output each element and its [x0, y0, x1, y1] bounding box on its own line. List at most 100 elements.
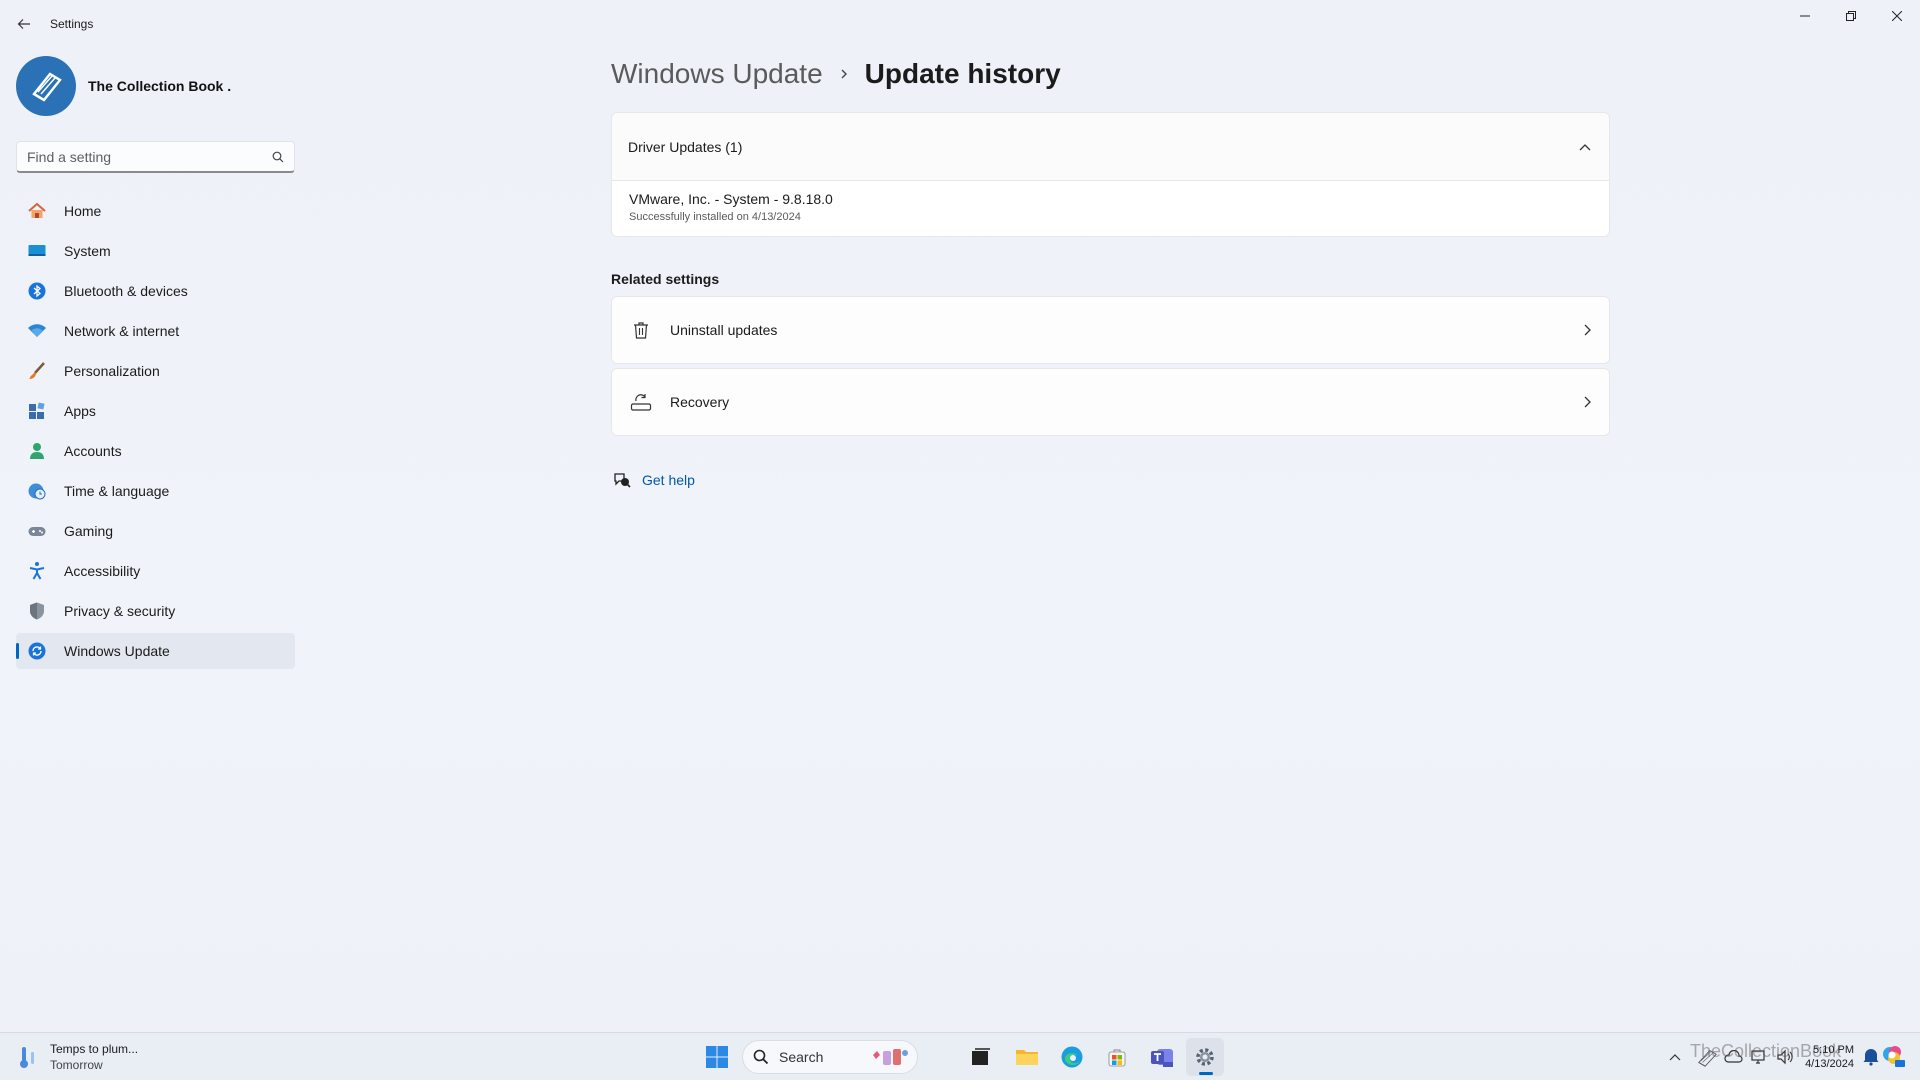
- sidebar-item-network[interactable]: Network & internet: [16, 313, 295, 349]
- clock[interactable]: 5:10 PM 4/13/2024: [1778, 1043, 1854, 1071]
- minimize-icon: [1800, 15, 1810, 17]
- windows-logo-icon: [706, 1046, 728, 1068]
- edge-button[interactable]: [1053, 1038, 1091, 1076]
- sidebar-item-label: Windows Update: [64, 643, 170, 659]
- clock-date: 4/13/2024: [1805, 1058, 1854, 1070]
- sidebar-item-label: System: [64, 243, 111, 259]
- home-icon: [26, 200, 48, 222]
- start-button[interactable]: [698, 1038, 736, 1076]
- taskbar-search[interactable]: Search: [742, 1040, 918, 1074]
- recovery-label: Recovery: [670, 394, 730, 410]
- gear-icon: [1196, 1048, 1214, 1066]
- help-icon: [611, 468, 633, 492]
- sidebar-item-label: Accessibility: [64, 563, 141, 579]
- weather-subtitle: Tomorrow: [50, 1058, 103, 1072]
- sidebar-item-time-language[interactable]: Time & language: [16, 473, 295, 509]
- person-icon: [26, 440, 48, 462]
- sidebar-item-label: Time & language: [64, 483, 170, 499]
- app-title: Settings: [50, 17, 94, 31]
- related-settings-heading: Related settings: [611, 271, 720, 287]
- thermometer-icon: [20, 1047, 34, 1068]
- list-item: VMware, Inc. - System - 9.8.18.0 Success…: [612, 181, 1609, 236]
- page-title: Update history: [864, 58, 1061, 89]
- get-help-label: Get help: [642, 472, 695, 488]
- profile-name: The Collection Book .: [88, 78, 232, 94]
- avatar[interactable]: [16, 56, 76, 116]
- sidebar-item-label: Gaming: [64, 523, 114, 539]
- chevron-up-icon: [1579, 143, 1591, 150]
- accessibility-icon: [26, 560, 48, 582]
- sidebar-item-label: Accounts: [64, 443, 122, 459]
- sync-icon: [26, 640, 48, 662]
- task-view-button[interactable]: [962, 1038, 1000, 1076]
- weather-widget[interactable]: Temps to plum... Tomorrow: [18, 1041, 138, 1073]
- minimize-button[interactable]: [1782, 0, 1828, 32]
- monitor-icon: [26, 240, 48, 262]
- copilot-icon[interactable]: [1880, 1043, 1906, 1074]
- title-bar: Settings: [0, 0, 1920, 48]
- search-icon: [272, 151, 284, 162]
- search-highlight-icon: [873, 1049, 908, 1065]
- search-setting-box[interactable]: [16, 141, 295, 173]
- update-status: Successfully installed on 4/13/2024: [629, 211, 801, 223]
- brush-icon: [26, 360, 48, 382]
- teams-icon: [1151, 1049, 1173, 1067]
- breadcrumb-parent[interactable]: Windows Update: [611, 58, 823, 90]
- sidebar-item-label: Bluetooth & devices: [64, 283, 188, 299]
- store-button[interactable]: [1098, 1038, 1136, 1076]
- restore-icon: [1846, 11, 1856, 21]
- driver-updates-header[interactable]: Driver Updates (1): [612, 113, 1609, 181]
- sidebar-item-personalization[interactable]: Personalization: [16, 353, 295, 389]
- sidebar-item-system[interactable]: System: [16, 233, 295, 269]
- sidebar-item-bluetooth[interactable]: Bluetooth & devices: [16, 273, 295, 309]
- sidebar-nav: Home System Bluetooth & devices Network …: [16, 193, 295, 673]
- globe-clock-icon: [26, 480, 48, 502]
- folder-icon: [1016, 1050, 1038, 1065]
- breadcrumb: Windows Update Update history: [611, 58, 1061, 90]
- update-name: VMware, Inc. - System - 9.8.18.0: [629, 191, 833, 207]
- uninstall-updates-button[interactable]: Uninstall updates: [611, 296, 1610, 364]
- sidebar-item-accounts[interactable]: Accounts: [16, 433, 295, 469]
- wifi-icon: [26, 320, 48, 342]
- teams-button[interactable]: [1143, 1038, 1181, 1076]
- weather-title: Temps to plum...: [50, 1042, 139, 1056]
- sidebar-item-label: Network & internet: [64, 323, 180, 339]
- apps-icon: [26, 400, 48, 422]
- search-input[interactable]: [27, 148, 272, 165]
- sidebar-item-home[interactable]: Home: [16, 193, 295, 229]
- notification-bell-icon[interactable]: [1862, 1046, 1880, 1071]
- get-help-link[interactable]: Get help: [611, 468, 695, 492]
- driver-updates-section: Driver Updates (1) VMware, Inc. - System…: [611, 112, 1610, 237]
- chevron-right-icon: [1584, 324, 1591, 336]
- trash-icon: [629, 318, 653, 342]
- taskbar: Temps to plum... Tomorrow Search TheColl…: [0, 1032, 1920, 1080]
- search-icon: [753, 1049, 769, 1065]
- task-view-icon: [972, 1048, 990, 1065]
- sidebar-item-apps[interactable]: Apps: [16, 393, 295, 429]
- profile[interactable]: The Collection Book .: [16, 56, 231, 116]
- book-logo-icon: [32, 72, 62, 102]
- sidebar-item-gaming[interactable]: Gaming: [16, 513, 295, 549]
- chevron-up-icon[interactable]: [1664, 1046, 1686, 1068]
- file-explorer-button[interactable]: [1008, 1038, 1046, 1076]
- sidebar-item-label: Personalization: [64, 363, 160, 379]
- sidebar-item-label: Apps: [64, 403, 96, 419]
- chevron-right-icon: [1584, 396, 1591, 408]
- recovery-icon: [629, 390, 653, 414]
- close-button[interactable]: [1874, 0, 1920, 32]
- restore-button[interactable]: [1828, 0, 1874, 32]
- sidebar-item-privacy[interactable]: Privacy & security: [16, 593, 295, 629]
- clock-time: 5:10 PM: [1813, 1044, 1854, 1056]
- sidebar-item-windows-update[interactable]: Windows Update: [16, 633, 295, 669]
- bluetooth-icon: [26, 280, 48, 302]
- sidebar-item-accessibility[interactable]: Accessibility: [16, 553, 295, 589]
- sidebar-item-label: Privacy & security: [64, 603, 176, 619]
- recovery-button[interactable]: Recovery: [611, 368, 1610, 436]
- sidebar-item-label: Home: [64, 203, 102, 219]
- shield-icon: [26, 600, 48, 622]
- close-icon: [1892, 11, 1902, 21]
- back-button[interactable]: [10, 12, 38, 36]
- uninstall-updates-label: Uninstall updates: [670, 322, 778, 338]
- settings-taskbar-button[interactable]: [1186, 1038, 1224, 1076]
- gamepad-icon: [26, 520, 48, 542]
